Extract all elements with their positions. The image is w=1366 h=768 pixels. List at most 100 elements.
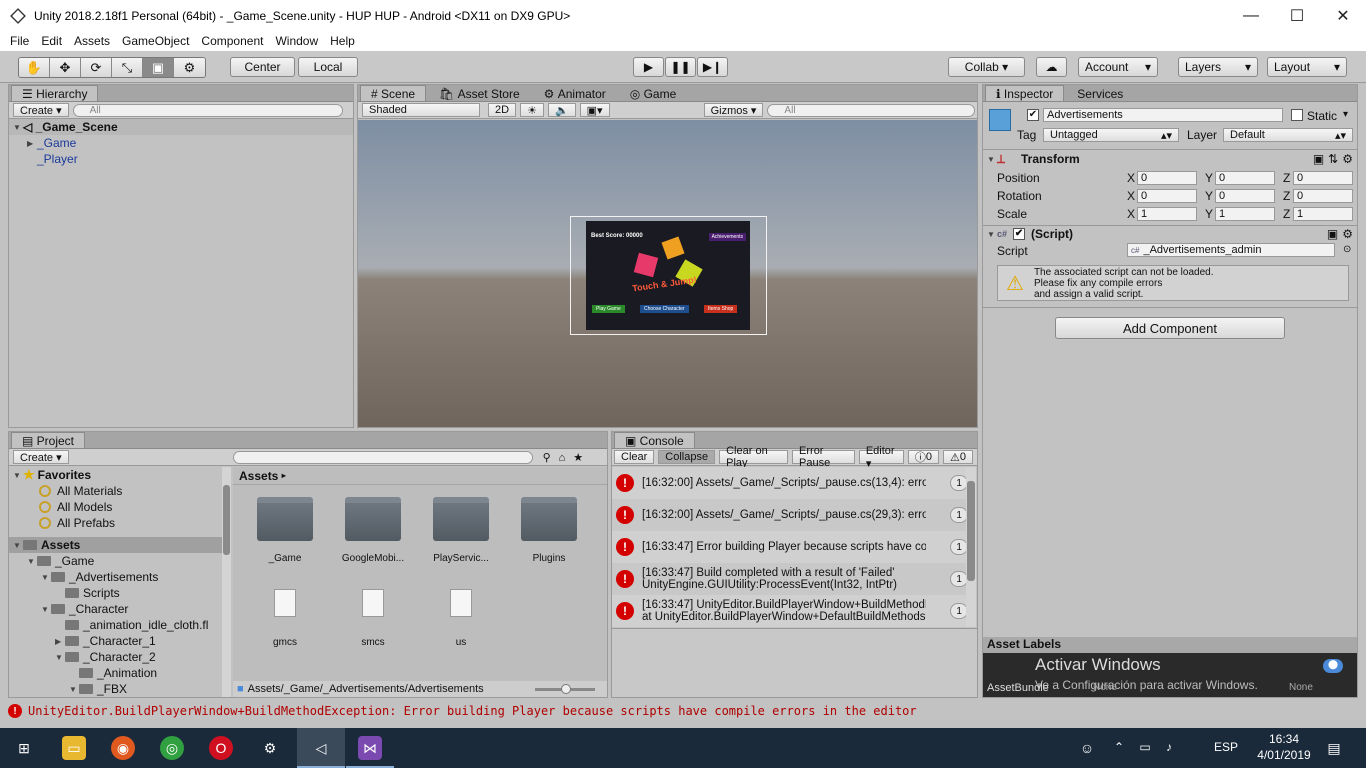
expand-arrow-icon[interactable]: ▼ xyxy=(987,155,997,164)
expand-arrow-icon[interactable]: ▼ xyxy=(13,541,23,550)
expand-arrow-icon[interactable]: ▶ xyxy=(55,637,65,646)
tab-scene[interactable]: # Scene xyxy=(360,85,427,101)
expand-arrow-icon[interactable]: ▼ xyxy=(41,573,51,582)
tab-game[interactable]: ◎ Game xyxy=(619,85,688,101)
icon-size-slider[interactable] xyxy=(535,683,595,694)
firefox-icon[interactable]: ◉ xyxy=(111,736,135,760)
active-checkbox[interactable]: ✔ xyxy=(1027,109,1039,121)
console-error-pause-toggle[interactable]: Error Pause xyxy=(792,445,855,469)
position-x-input[interactable]: 0 xyxy=(1137,171,1197,185)
tag-dropdown[interactable]: Untagged ▴▾ xyxy=(1043,128,1179,142)
project-search-input[interactable] xyxy=(232,450,533,464)
layout-dropdown[interactable]: Layout ▾ xyxy=(1267,57,1347,77)
clock-date[interactable]: 4/01/2019 xyxy=(1250,748,1318,762)
windows-start-icon[interactable]: ⊞ xyxy=(12,736,36,760)
object-name-input[interactable]: Advertisements xyxy=(1043,108,1283,122)
hierarchy-search-input[interactable]: All xyxy=(72,103,343,117)
cloud-icon[interactable]: ☁ xyxy=(1036,57,1067,77)
favorite-item[interactable]: All Models xyxy=(9,499,231,515)
hand-tool-icon[interactable]: ✋ xyxy=(19,58,50,77)
menu-file[interactable]: File xyxy=(10,34,29,48)
assetbundle-name-dropdown[interactable]: None xyxy=(1093,682,1117,693)
console-editor-dropdown[interactable]: Editor ▾ xyxy=(858,445,904,470)
rect-tool-icon[interactable]: ▣ xyxy=(143,58,174,77)
scrollbar-thumb[interactable] xyxy=(223,485,230,555)
filter-icons[interactable]: ⚲⌂★ xyxy=(543,451,592,464)
assetbundle-variant-dropdown[interactable]: None xyxy=(1289,682,1313,693)
layers-dropdown[interactable]: Layers ▾ xyxy=(1178,57,1258,77)
project-tree-item[interactable]: ▼ _Game xyxy=(9,553,231,569)
expand-arrow-icon[interactable]: ▼ xyxy=(987,230,997,239)
minimize-button[interactable]: — xyxy=(1228,0,1274,31)
transform-header[interactable]: ▼ ⟂ Transform ▣⇅⚙ xyxy=(987,151,1357,167)
expand-arrow-icon[interactable]: ▶ xyxy=(27,139,37,148)
gizmos-dropdown[interactable]: Gizmos ▾ xyxy=(703,103,764,117)
status-bar[interactable]: ! UnityEditor.BuildPlayerWindow+BuildMet… xyxy=(8,702,1358,720)
scene-viewport[interactable]: Best Score: 00000 Achievements Touch & J… xyxy=(358,120,977,427)
script-enabled-checkbox[interactable]: ✔ xyxy=(1013,228,1026,240)
layer-dropdown[interactable]: Default ▴▾ xyxy=(1223,128,1353,142)
tab-services[interactable]: Services xyxy=(1066,85,1134,101)
account-dropdown[interactable]: Account ▾ xyxy=(1078,57,1158,77)
tab-asset-store[interactable]: 🛍 Asset Store xyxy=(428,85,531,101)
asset-file[interactable]: gmcs xyxy=(245,589,325,648)
object-picker-icon[interactable]: ⊙ xyxy=(1343,244,1351,255)
menu-edit[interactable]: Edit xyxy=(41,34,62,48)
console-entry[interactable]: ! [16:32:00] Assets/_Game/_Scripts/_pause… xyxy=(612,499,968,531)
project-tree-item[interactable]: _Animation xyxy=(9,665,231,681)
asset-folder[interactable]: Plugins xyxy=(509,497,589,564)
console-entry[interactable]: ! [16:32:00] Assets/_Game/_Scripts/_pause… xyxy=(612,467,968,499)
menu-window[interactable]: Window xyxy=(275,34,318,48)
favorite-item[interactable]: All Prefabs xyxy=(9,515,231,531)
system-tray-icons[interactable]: ⌃ ▭ ♪ xyxy=(1114,740,1178,754)
shading-mode-dropdown[interactable]: Shaded xyxy=(362,103,480,117)
scene-root[interactable]: ▼ ◁ _Game_Scene xyxy=(9,119,353,135)
console-clear-on-play-toggle[interactable]: Clear on Play xyxy=(719,445,789,469)
project-tree-item[interactable]: ▶ _Character_1 xyxy=(9,633,231,649)
settings-gear-icon[interactable]: ⚙ xyxy=(258,736,282,760)
favorites-header[interactable]: ▼ ★ Favorites xyxy=(9,467,231,483)
hierarchy-item-player[interactable]: _Player xyxy=(9,151,353,167)
menu-assets[interactable]: Assets xyxy=(74,34,110,48)
assets-breadcrumb[interactable]: Assets ▸ xyxy=(233,467,607,485)
clock-time[interactable]: 16:34 xyxy=(1250,732,1318,746)
console-entry[interactable]: ! [16:33:47] Build completed with a resul… xyxy=(612,563,968,595)
project-tree-item[interactable]: ▼ _Character xyxy=(9,601,231,617)
position-y-input[interactable]: 0 xyxy=(1215,171,1275,185)
pivot-center-button[interactable]: Center xyxy=(230,57,295,77)
project-tree-item[interactable]: _animation_idle_cloth.fl xyxy=(9,617,231,633)
2d-toggle[interactable]: 2D xyxy=(488,103,517,117)
move-tool-icon[interactable]: ✥ xyxy=(50,58,81,77)
component-settings-icon[interactable]: ▣⇅⚙ xyxy=(1313,152,1357,166)
asset-folder[interactable]: GoogleMobi... xyxy=(333,497,413,564)
collab-button[interactable]: Collab ▾ xyxy=(948,57,1025,77)
project-tree-item[interactable]: ▼ _FBX xyxy=(9,681,231,697)
pivot-local-button[interactable]: Local xyxy=(298,57,358,77)
component-settings-icon[interactable]: ▣⚙ xyxy=(1327,227,1357,241)
file-explorer-icon[interactable]: ▭ xyxy=(62,736,86,760)
expand-arrow-icon[interactable]: ▼ xyxy=(27,557,37,566)
hierarchy-create-button[interactable]: Create ▾ xyxy=(13,103,69,117)
pause-button[interactable]: ❚❚ xyxy=(665,57,696,77)
assets-header[interactable]: ▼ Assets xyxy=(9,537,231,553)
step-button[interactable]: ▶❙ xyxy=(697,57,728,77)
asset-folder[interactable]: _Game xyxy=(245,497,325,564)
tab-console[interactable]: ▣ Console xyxy=(614,432,695,448)
label-tag-icon[interactable]: ⬤ xyxy=(1323,659,1343,673)
tree-scrollbar[interactable] xyxy=(222,467,231,697)
console-collapse-toggle[interactable]: Collapse xyxy=(658,450,716,464)
favorite-item[interactable]: All Materials xyxy=(9,483,231,499)
menu-component[interactable]: Component xyxy=(201,34,263,48)
scale-z-input[interactable]: 1 xyxy=(1293,207,1353,221)
rotation-z-input[interactable]: 0 xyxy=(1293,189,1353,203)
console-scrollbar[interactable] xyxy=(966,467,976,627)
scrollbar-thumb[interactable] xyxy=(967,481,975,581)
opera-icon[interactable]: O xyxy=(209,736,233,760)
people-icon[interactable]: ☺ xyxy=(1075,736,1099,760)
tab-animator[interactable]: ⚙ Animator xyxy=(533,85,617,101)
close-button[interactable]: ✕ xyxy=(1320,0,1366,31)
console-entry[interactable]: ! [16:33:47] UnityEditor.BuildPlayerWindo… xyxy=(612,595,968,627)
menu-gameobject[interactable]: GameObject xyxy=(122,34,189,48)
transform-tool-icon[interactable]: ⚙ xyxy=(174,58,205,77)
asset-file[interactable]: smcs xyxy=(333,589,413,648)
